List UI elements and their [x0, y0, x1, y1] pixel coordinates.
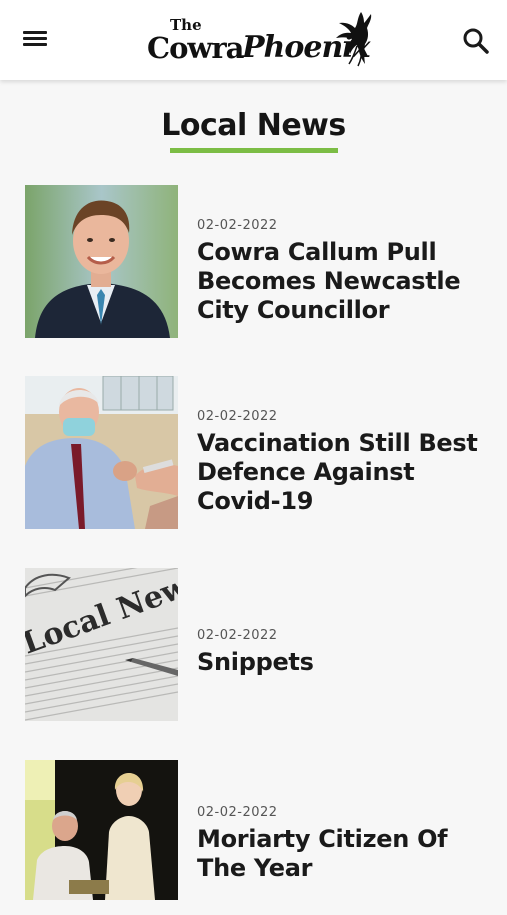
- search-button[interactable]: [461, 26, 491, 56]
- article-thumbnail[interactable]: [25, 376, 178, 529]
- article-thumbnail[interactable]: [25, 185, 178, 338]
- section-title-underline: [170, 148, 338, 153]
- article-headline[interactable]: Moriarty Citizen Of The Year: [197, 825, 487, 883]
- article-date: 02-02-2022: [197, 218, 278, 233]
- article-meta: 02-02-2022 Vaccination Still Best Defenc…: [197, 409, 487, 516]
- hamburger-menu-icon: [22, 31, 50, 46]
- article-item[interactable]: 02-02-2022 Cowra Callum Pull Becomes New…: [0, 185, 507, 340]
- article-headline[interactable]: Vaccination Still Best Defence Against C…: [197, 429, 487, 516]
- article-item[interactable]: Local News 02-02-2022 Snippets: [0, 568, 507, 723]
- article-date: 02-02-2022: [197, 628, 278, 643]
- article-headline[interactable]: Cowra Callum Pull Becomes Newcastle City…: [197, 238, 487, 325]
- app-bar: The Cowra Phoenix: [0, 0, 507, 80]
- article-meta: 02-02-2022 Cowra Callum Pull Becomes New…: [197, 218, 487, 325]
- article-item[interactable]: 02-02-2022 Vaccination Still Best Defenc…: [0, 376, 507, 531]
- article-meta: 02-02-2022 Snippets: [197, 628, 487, 677]
- logo-cowra-text: Cowra: [147, 31, 244, 65]
- section-title: Local News: [161, 108, 346, 143]
- article-item[interactable]: 02-02-2022 Moriarty Citizen Of The Year: [0, 760, 507, 915]
- article-meta: 02-02-2022 Moriarty Citizen Of The Year: [197, 805, 487, 883]
- article-headline[interactable]: Snippets: [197, 648, 487, 677]
- search-icon: [463, 28, 489, 54]
- article-date: 02-02-2022: [197, 409, 278, 424]
- site-logo[interactable]: The Cowra Phoenix: [145, 10, 375, 72]
- article-thumbnail[interactable]: [25, 760, 178, 900]
- article-date: 02-02-2022: [197, 805, 278, 820]
- phoenix-bird-icon: [336, 12, 372, 67]
- article-thumbnail[interactable]: Local News: [25, 568, 178, 721]
- menu-button[interactable]: [22, 28, 50, 54]
